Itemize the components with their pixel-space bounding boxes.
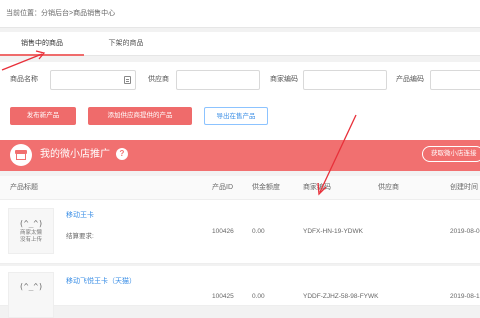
annotation-arrow-code	[319, 114, 357, 193]
annotation-arrows	[1, 50, 357, 196]
annotation-arrow-tab	[1, 53, 43, 71]
